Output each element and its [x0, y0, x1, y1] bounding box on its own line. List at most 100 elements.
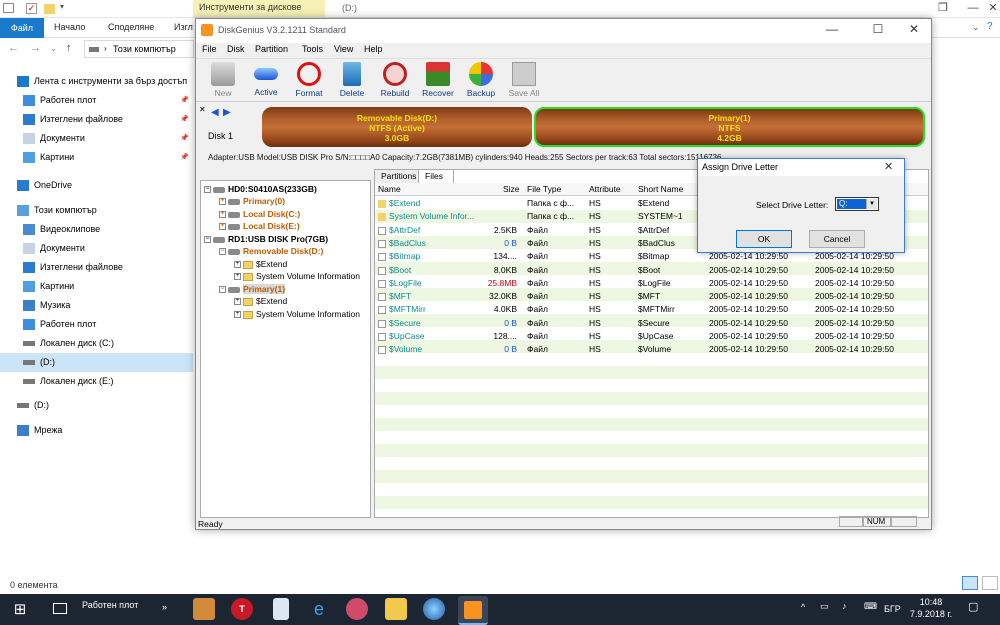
close-icon[interactable]: ✕ [884, 160, 893, 173]
up-icon[interactable]: ↑ [66, 42, 72, 54]
toolbar-save-all-button[interactable]: Save All [503, 61, 545, 98]
folder-icon[interactable] [44, 4, 55, 14]
file-row[interactable]: $Boot 8.0KB Файл HS $Boot 2005-02-14 10:29:50… [375, 264, 928, 277]
tree-node[interactable]: − HD0:S0410AS(233GB) [204, 183, 317, 195]
start-button[interactable]: ⊞ [0, 594, 40, 625]
nav-item[interactable]: Музика [0, 296, 193, 315]
menu-item-disk[interactable]: Disk [227, 44, 245, 54]
ie-icon[interactable]: e [308, 598, 330, 620]
pin-icon[interactable]: 📌 [180, 110, 189, 129]
tree-node[interactable]: + Local Disk(E:) [219, 220, 300, 232]
tab-partitions[interactable]: Partitions [374, 169, 420, 183]
large-icons-view-icon[interactable] [982, 576, 998, 590]
network-icon[interactable]: ▭ [820, 601, 829, 612]
document-app-icon[interactable] [273, 598, 289, 620]
pin-icon[interactable]: 📌 [180, 129, 189, 148]
minimize-icon[interactable]: — [812, 22, 852, 36]
menu-item-help[interactable]: Help [364, 44, 383, 54]
nav-item[interactable]: (D:) [0, 396, 193, 415]
file-explorer-icon[interactable] [385, 598, 407, 620]
breadcrumb[interactable]: Този компютър [113, 44, 176, 54]
expand-icon[interactable]: − [204, 186, 211, 194]
tab-share[interactable]: Споделяне [108, 22, 154, 32]
column-header-size[interactable]: Size [503, 184, 520, 194]
package-app-icon[interactable] [193, 598, 215, 620]
recent-dropdown-icon[interactable]: ⌄ [50, 44, 57, 53]
nav-item[interactable]: OneDrive [0, 176, 193, 195]
toolbar-active-button[interactable]: Active [245, 61, 287, 97]
nav-item[interactable]: Изтеглени файлове 📌 [0, 110, 193, 129]
expand-icon[interactable]: + [219, 211, 226, 219]
nav-item[interactable]: (D:) [0, 353, 193, 372]
forward-icon[interactable]: → [30, 42, 41, 54]
tree-node[interactable]: + Local Disk(C:) [219, 208, 300, 220]
language-indicator[interactable]: БГР [884, 604, 901, 614]
tree-node[interactable]: − Removable Disk(D:) [219, 245, 323, 257]
restore-icon[interactable]: ❐ [928, 0, 958, 17]
nav-item[interactable]: Документи [0, 239, 193, 258]
help-icon[interactable]: ? [987, 21, 993, 32]
clock[interactable]: 10:48 7.9.2018 г. [906, 596, 956, 620]
nav-item[interactable]: Изтеглени файлове [0, 258, 193, 277]
tree-node[interactable]: + System Volume Information [234, 308, 360, 320]
nav-item[interactable]: Документи 📌 [0, 129, 193, 148]
close-icon[interactable]: ✕ [978, 0, 1000, 17]
file-row[interactable]: $Secure 0 B Файл HS $Secure 2005-02-14 10:29:… [375, 317, 928, 330]
taskbar-toolbar-desktop[interactable]: Работен плот [82, 600, 138, 610]
expand-icon[interactable]: + [219, 223, 226, 231]
expand-icon[interactable]: + [234, 311, 241, 319]
pin-icon[interactable]: 📌 [180, 91, 189, 110]
tree-node[interactable]: + $Extend [234, 295, 287, 307]
nav-item[interactable]: Видеоклипове [0, 220, 193, 239]
toolbar-rebuild-button[interactable]: Rebuild [374, 61, 416, 98]
nav-item[interactable]: Картини 📌 [0, 148, 193, 167]
expand-icon[interactable]: + [234, 261, 241, 269]
ribbon-expand-icon[interactable]: ⌄ [972, 22, 980, 33]
file-row[interactable]: $UpCase 128.... Файл HS $UpCase 2005-02-14 10… [375, 330, 928, 343]
tab-home[interactable]: Начало [54, 22, 85, 32]
context-tab-disk-tools[interactable]: Инструменти за дискове [193, 0, 325, 17]
nav-item[interactable]: Локален диск (C:) [0, 334, 193, 353]
menu-item-partition[interactable]: Partition [255, 44, 288, 54]
partition-removable-d[interactable]: Removable Disk(D:) NTFS (Active) 3.0GB [262, 107, 532, 147]
column-header-file-type[interactable]: File Type [527, 184, 561, 194]
menu-item-view[interactable]: View [334, 44, 353, 54]
tree-node[interactable]: + Primary(0) [219, 195, 285, 207]
tab-files[interactable]: Files [418, 169, 454, 183]
file-row[interactable]: $Volume 0 B Файл HS $Volume 2005-02-14 10:29:… [375, 343, 928, 356]
tab-view[interactable]: Изгл [174, 22, 193, 32]
maximize-icon[interactable]: ☐ [858, 22, 898, 36]
details-view-icon[interactable] [962, 576, 978, 590]
chevron-down-icon[interactable]: ▼ [866, 199, 877, 209]
expand-icon[interactable]: − [219, 286, 226, 294]
cancel-button[interactable]: Cancel [809, 230, 865, 248]
expand-icon[interactable]: + [219, 198, 226, 206]
t-app-icon[interactable]: T [231, 598, 253, 620]
nav-item[interactable]: Локален диск (E:) [0, 372, 193, 391]
next-disk-icon[interactable]: ▶ [223, 107, 231, 118]
pin-icon[interactable]: 📌 [180, 148, 189, 167]
column-header-name[interactable]: Name [378, 184, 401, 194]
file-row[interactable]: $MFTMirr 4.0KB Файл HS $MFTMirr 2005-02-14 10… [375, 303, 928, 316]
back-icon[interactable]: ← [8, 42, 19, 54]
checkmark-icon[interactable]: ✓ [26, 3, 37, 14]
expand-icon[interactable]: − [204, 236, 211, 244]
nav-item[interactable]: Картини [0, 277, 193, 296]
partition-primary-1[interactable]: Primary(1) NTFS 4.2GB [534, 107, 925, 147]
globe-app-icon[interactable] [423, 598, 445, 620]
tree-node[interactable]: − RD1:USB DISK Pro(7GB) [204, 233, 328, 245]
collapse-icon[interactable]: ✕ [199, 105, 206, 114]
nav-item[interactable]: Лента с инструменти за бърз достъп [0, 72, 193, 91]
expand-icon[interactable]: + [234, 273, 241, 281]
media-app-icon[interactable] [346, 598, 368, 620]
volume-icon[interactable]: ♪ [842, 601, 847, 611]
tree-node[interactable]: + $Extend [234, 258, 287, 270]
column-header-attribute[interactable]: Attribute [589, 184, 621, 194]
close-icon[interactable]: ✕ [894, 22, 934, 36]
tree-node[interactable]: + System Volume Information [234, 270, 360, 282]
toolbar-backup-button[interactable]: Backup [460, 61, 502, 98]
menu-item-file[interactable]: File [202, 44, 217, 54]
keyboard-icon[interactable]: ⌨ [864, 601, 877, 612]
expand-icon[interactable]: + [234, 298, 241, 306]
toolbar-chevron-icon[interactable]: » [162, 602, 167, 612]
